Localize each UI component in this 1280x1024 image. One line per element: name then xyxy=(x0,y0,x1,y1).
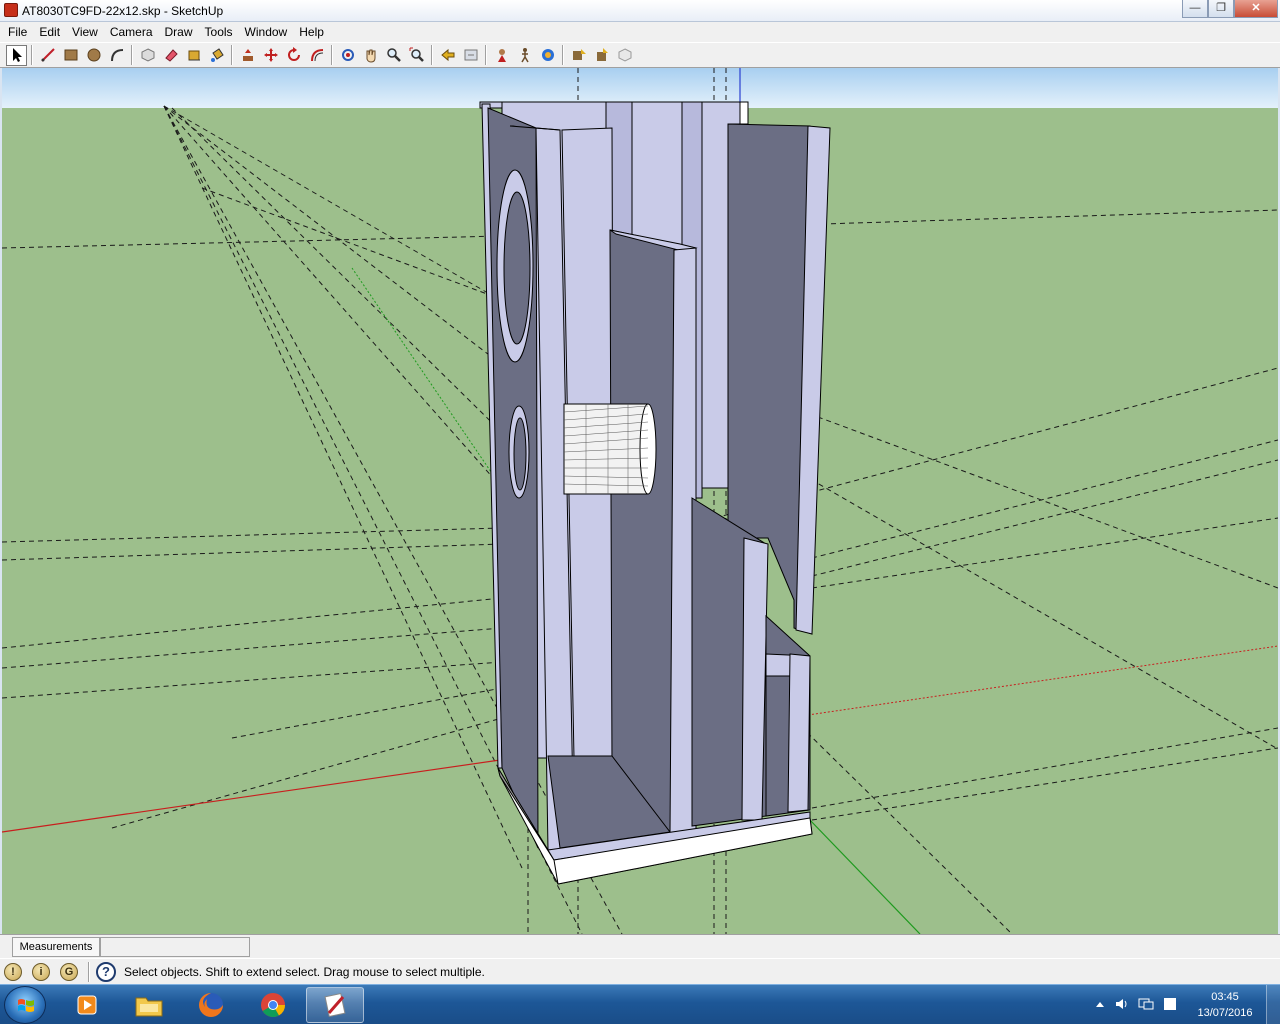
show-desktop-button[interactable] xyxy=(1266,985,1280,1024)
position-camera-icon[interactable] xyxy=(491,45,512,66)
credits-icon[interactable]: i xyxy=(32,963,50,981)
clock-date: 13/07/2016 xyxy=(1197,1007,1253,1019)
component-share-icon[interactable] xyxy=(614,45,635,66)
port-tube[interactable] xyxy=(563,403,657,495)
zoom-extents-icon[interactable] xyxy=(406,45,427,66)
move-icon[interactable] xyxy=(260,45,281,66)
show-hidden-icons-icon[interactable] xyxy=(1092,997,1108,1011)
menu-bar: File Edit View Camera Draw Tools Window … xyxy=(0,22,1280,42)
file-explorer-icon[interactable] xyxy=(120,987,178,1023)
select-icon[interactable] xyxy=(6,44,27,66)
menu-edit[interactable]: Edit xyxy=(33,22,66,42)
get-models-icon[interactable] xyxy=(568,45,589,66)
start-button[interactable] xyxy=(4,986,46,1024)
maximize-button[interactable]: ❐ xyxy=(1208,0,1234,18)
model-viewport[interactable] xyxy=(2,68,1278,934)
previous-view-icon[interactable] xyxy=(437,45,458,66)
paint-bucket-icon[interactable] xyxy=(206,45,227,66)
orbit-icon[interactable] xyxy=(337,45,358,66)
chrome-icon[interactable] xyxy=(244,987,302,1023)
title-bar: AT8030TC9FD-22x12.skp - SketchUp — ❐ ✕ xyxy=(0,0,1280,22)
rotate-icon[interactable] xyxy=(283,45,304,66)
offset-icon[interactable] xyxy=(306,45,327,66)
menu-window[interactable]: Window xyxy=(239,22,294,42)
circle-icon[interactable] xyxy=(83,45,104,66)
main-toolbar xyxy=(0,42,1280,68)
geolocation-icon[interactable]: ! xyxy=(4,963,22,981)
status-bar: ! i G ? Select objects. Shift to extend … xyxy=(0,958,1280,984)
menu-tools[interactable]: Tools xyxy=(199,22,239,42)
arc-icon[interactable] xyxy=(106,45,127,66)
tape-measure-icon[interactable] xyxy=(183,45,204,66)
taskbar-clock[interactable]: 03:45 13/07/2016 xyxy=(1190,989,1260,1021)
speaker-cabinet-model[interactable] xyxy=(479,101,831,885)
network-icon[interactable] xyxy=(1138,997,1154,1011)
toolbar-separator xyxy=(562,45,564,65)
media-player-icon[interactable] xyxy=(58,987,116,1023)
walk-icon[interactable] xyxy=(514,45,535,66)
status-text: Select objects. Shift to extend select. … xyxy=(124,965,485,979)
push-pull-icon[interactable] xyxy=(237,45,258,66)
measurements-input[interactable] xyxy=(100,937,250,957)
window-title: AT8030TC9FD-22x12.skp - SketchUp xyxy=(22,4,224,18)
share-model-icon[interactable] xyxy=(591,45,612,66)
minimize-button[interactable]: — xyxy=(1182,0,1208,18)
menu-help[interactable]: Help xyxy=(293,22,330,42)
scene-canvas[interactable] xyxy=(2,68,1278,934)
menu-view[interactable]: View xyxy=(66,22,104,42)
line-icon[interactable] xyxy=(37,45,58,66)
toolbar-separator xyxy=(131,45,133,65)
status-divider xyxy=(88,962,90,982)
measurements-bar: Measurements xyxy=(0,934,1280,958)
pan-icon[interactable] xyxy=(360,45,381,66)
clock-time: 03:45 xyxy=(1211,991,1239,1003)
toolbar-separator xyxy=(485,45,487,65)
windows-taskbar: 03:45 13/07/2016 xyxy=(0,984,1280,1024)
make-component-icon[interactable] xyxy=(137,45,158,66)
eraser-icon[interactable] xyxy=(160,45,181,66)
toolbar-separator xyxy=(31,45,33,65)
action-center-icon[interactable] xyxy=(1162,997,1178,1011)
help-icon[interactable]: ? xyxy=(96,962,116,982)
menu-draw[interactable]: Draw xyxy=(159,22,199,42)
look-around-icon[interactable] xyxy=(537,45,558,66)
signin-icon[interactable]: G xyxy=(60,963,78,981)
menu-file[interactable]: File xyxy=(2,22,33,42)
windows-logo-icon xyxy=(18,999,34,1012)
next-view-icon[interactable] xyxy=(460,45,481,66)
sketchup-app-icon[interactable] xyxy=(4,3,18,17)
window-controls: — ❐ ✕ xyxy=(1182,0,1278,19)
menu-camera[interactable]: Camera xyxy=(104,22,159,42)
toolbar-separator xyxy=(431,45,433,65)
measurements-label: Measurements xyxy=(12,937,100,957)
firefox-icon[interactable] xyxy=(182,987,240,1023)
close-button[interactable]: ✕ xyxy=(1234,0,1278,18)
toolbar-separator xyxy=(331,45,333,65)
zoom-icon[interactable] xyxy=(383,45,404,66)
rectangle-icon[interactable] xyxy=(60,45,81,66)
volume-icon[interactable] xyxy=(1114,997,1130,1011)
toolbar-separator xyxy=(231,45,233,65)
sketchup-icon[interactable] xyxy=(306,987,364,1023)
